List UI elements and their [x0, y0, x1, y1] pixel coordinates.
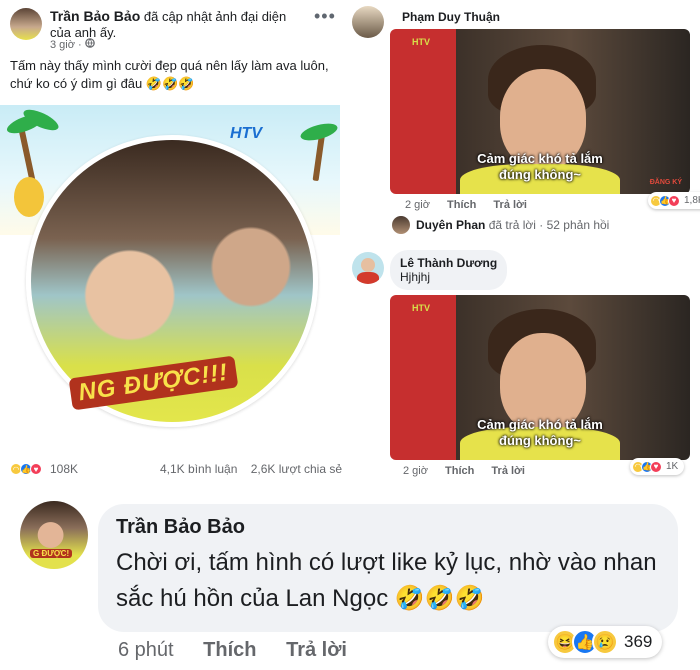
comment-gif[interactable]: HTV Cảm giác khó tả lắm đúng không~ — [390, 295, 690, 460]
comment-reactions[interactable]: ◠ 👍 ♥ 1,8K — [648, 192, 700, 209]
avatar-figure — [361, 258, 375, 272]
bottom-reactions-count: 369 — [624, 632, 653, 651]
globe-icon — [84, 38, 95, 51]
post-author-avatar[interactable] — [10, 8, 42, 40]
post-shares-count[interactable]: 2,6K lượt chia sẻ — [251, 462, 342, 476]
reply-avatar[interactable] — [392, 216, 410, 234]
gif-subtitle-line-2: đúng không~ — [499, 167, 581, 182]
post-stats: 4,1K bình luận 2,6K lượt chia sẻ — [160, 462, 342, 476]
palm-tree-decoration — [17, 125, 37, 185]
reply-separator: · — [539, 218, 544, 232]
post-meta: 3 giờ · — [50, 38, 95, 51]
love-icon: ♥ — [30, 463, 42, 475]
comment-reactions-count: 1K — [666, 461, 679, 472]
gif-watermark: ĐĂNG KÝ — [649, 179, 682, 186]
comment-bubble: Lê Thành Dương Hjhjhj — [390, 250, 508, 290]
comment-time[interactable]: 2 giờ — [403, 465, 428, 477]
comment-reactions[interactable]: ◠ 👍 ♥ 1K — [630, 458, 685, 475]
post-author-name[interactable]: Trần Bảo Bảo — [50, 8, 140, 24]
gif-subtitle-line-2: đúng không~ — [499, 433, 581, 448]
avatar-figure — [357, 272, 379, 284]
like-button[interactable]: Thích — [445, 465, 474, 477]
gif-logo: HTV — [412, 37, 430, 47]
cover-logo: HTV — [230, 125, 262, 142]
reply-button[interactable]: Trả lời — [286, 639, 347, 661]
comment-text: Hjhjhj — [400, 270, 431, 284]
reply-action-text: đã trả lời — [488, 218, 536, 232]
bottom-comment-time[interactable]: 6 phút — [118, 639, 174, 661]
reaction-icons: ◠ 👍 ♥ — [650, 194, 684, 207]
post-time[interactable]: 3 giờ — [50, 39, 75, 51]
comment-actions: 2 giờ Thích Trả lời — [405, 199, 541, 211]
float-ring-decoration — [14, 177, 44, 217]
bottom-commenter-name[interactable]: Trần Bảo Bảo — [116, 516, 660, 539]
post-header: Trần Bảo Bảo đã cập nhật ảnh đại diện củ… — [50, 8, 310, 41]
comment-reactions-count: 1,8K — [684, 195, 700, 206]
sad-icon: 😢 — [592, 629, 618, 655]
love-icon: ♥ — [650, 460, 662, 473]
gif-subtitle-line-1: Cảm giác khó tả lắm — [477, 151, 603, 166]
bottom-comment-actions: 6 phút Thích Trả lời — [118, 639, 371, 662]
reply-button[interactable]: Trả lời — [491, 465, 525, 477]
reply-summary[interactable]: Duyên Phan đã trả lời · 52 phản hồi — [416, 218, 609, 232]
post-caption: Tấm này thấy mình cười đẹp quá nên lấy l… — [10, 58, 329, 91]
reply-count[interactable]: 52 phản hồi — [547, 218, 610, 232]
reaction-icons: ◠ 👍 ♥ — [10, 462, 50, 476]
bottom-comment-text: Chời ơi, tấm hình có lượt like kỷ lục, n… — [116, 549, 657, 612]
reply-author-name[interactable]: Duyên Phan — [416, 218, 485, 232]
commenter-name[interactable]: Phạm Duy Thuận — [402, 10, 500, 24]
commenter-name[interactable]: Lê Thành Dương — [400, 256, 497, 270]
comment-time[interactable]: 2 giờ — [405, 199, 430, 211]
comment-gif[interactable]: HTV Cảm giác khó tả lắm đúng không~ ĐĂNG… — [390, 29, 690, 194]
avatar-banner-text: G ĐƯỢC! — [30, 549, 73, 558]
gif-logo: HTV — [412, 303, 430, 313]
reaction-icons: ◠ 👍 ♥ — [632, 460, 666, 473]
love-icon: ♥ — [668, 194, 680, 207]
post-comments-count[interactable]: 4,1K bình luận — [160, 462, 237, 476]
bottom-comment-reactions[interactable]: 😆 👍 😢 369 — [548, 626, 663, 658]
more-options-icon[interactable]: ••• — [314, 6, 336, 27]
comment-actions: 2 giờ Thích Trả lời — [403, 465, 539, 477]
like-button[interactable]: Thích — [447, 199, 476, 211]
bottom-comment-bubble: Trần Bảo Bảo Chời ơi, tấm hình có lượt l… — [98, 504, 678, 632]
commenter-avatar[interactable] — [352, 252, 384, 284]
like-button[interactable]: Thích — [203, 639, 256, 661]
reply-button[interactable]: Trả lời — [493, 199, 527, 211]
gif-subtitle-line-1: Cảm giác khó tả lắm — [477, 417, 603, 432]
bottom-commenter-avatar[interactable]: G ĐƯỢC! — [20, 501, 88, 569]
post-reactions-count: 108K — [50, 462, 79, 476]
commenter-avatar[interactable] — [352, 6, 384, 38]
post-reactions[interactable]: ◠ 👍 ♥ 108K — [10, 462, 78, 476]
